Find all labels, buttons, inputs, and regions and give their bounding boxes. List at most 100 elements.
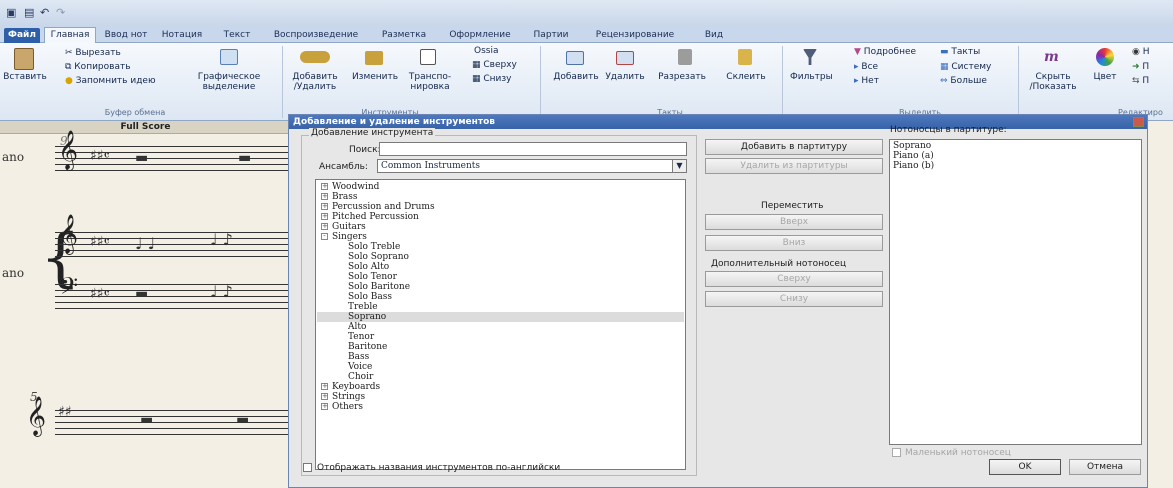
expand-icon[interactable]: +: [321, 403, 328, 410]
cut-button[interactable]: ✂ Вырезать: [65, 48, 121, 58]
tree-item-instrument[interactable]: Bass: [348, 352, 369, 362]
extra-staff-above-button[interactable]: Сверху: [705, 271, 883, 287]
tab-home[interactable]: Главная: [44, 27, 96, 44]
tree-item-instrument[interactable]: Baritone: [348, 342, 387, 352]
cancel-button[interactable]: Отмена: [1069, 459, 1141, 475]
collapse-icon[interactable]: -: [321, 233, 328, 240]
tree-item-instrument[interactable]: Choir: [348, 372, 373, 382]
tab-appearance[interactable]: Оформление: [440, 28, 520, 43]
filters-button[interactable]: Фильтры: [790, 72, 833, 82]
score-view[interactable]: 9 ano 𝄞 ♯♯𝄴 ▬ ▬ ano { 𝄞 ♯♯𝄴 ♩ ♩ ♩ ♪ 𝄢 ♯♯…: [0, 130, 291, 488]
color-button[interactable]: Цвет: [1090, 72, 1120, 82]
extra-staff-below-button[interactable]: Снизу: [705, 291, 883, 307]
close-icon[interactable]: [1133, 117, 1144, 127]
change-instrument-button[interactable]: Изменить: [348, 72, 402, 82]
expand-icon[interactable]: +: [321, 183, 328, 190]
staff-list-item[interactable]: Piano (a): [893, 151, 934, 161]
staves-list[interactable]: Soprano Piano (a) Piano (b): [889, 139, 1142, 445]
ok-button[interactable]: OK: [989, 459, 1061, 475]
tree-item-category[interactable]: Pitched Percussion: [332, 212, 419, 222]
tree-item-instrument[interactable]: Solo Tenor: [348, 272, 397, 282]
delete-bar-button[interactable]: Удалить: [603, 72, 647, 82]
staff-list-item[interactable]: Piano (b): [893, 161, 934, 171]
instrument-tree[interactable]: + Woodwind + Brass + Percussion and Drums + Pit…: [315, 179, 686, 470]
search-input[interactable]: [379, 142, 687, 156]
tab-notations[interactable]: Нотация: [156, 28, 208, 43]
join-bar-button[interactable]: Склеить: [720, 72, 772, 82]
tree-item-instrument[interactable]: Voice: [348, 362, 372, 372]
staff-list-item[interactable]: Soprano: [893, 141, 931, 151]
ossia-above-button[interactable]: ▦ Сверху: [472, 60, 517, 70]
select-more-bigger-button[interactable]: ⇔ Больше: [940, 76, 987, 86]
ossia-below-button[interactable]: ▦ Снизу: [472, 74, 512, 84]
tree-item-instrument[interactable]: Solo Baritone: [348, 282, 410, 292]
tree-item-instrument[interactable]: Solo Bass: [348, 292, 392, 302]
redo-icon[interactable]: ↷: [56, 6, 65, 20]
tree-item-category[interactable]: Keyboards: [332, 382, 380, 392]
tab-view[interactable]: Вид: [694, 28, 734, 43]
ensemble-select[interactable]: Common Instruments ▼: [377, 159, 687, 173]
expand-icon[interactable]: +: [321, 213, 328, 220]
staff-line-system-2: [55, 410, 291, 435]
tree-item-category[interactable]: Singers: [332, 232, 367, 242]
copy-button[interactable]: ⧉ Копировать: [65, 62, 131, 72]
tree-item-instrument[interactable]: Solo Alto: [348, 262, 389, 272]
tree-item-instrument[interactable]: Soprano: [348, 312, 386, 322]
expand-icon[interactable]: +: [321, 223, 328, 230]
undo-icon[interactable]: ↶: [40, 6, 49, 20]
goto-label: П: [1142, 62, 1150, 72]
move-down-button[interactable]: Вниз: [705, 235, 883, 251]
add-remove-instruments-button[interactable]: Добавить/Удалить: [287, 72, 343, 92]
save-icon[interactable]: ▤: [24, 6, 34, 20]
english-names-checkbox[interactable]: [303, 463, 312, 472]
split-bar-button[interactable]: Разрезать: [650, 72, 714, 82]
tree-item-category[interactable]: Guitars: [332, 222, 366, 232]
select-bars-button[interactable]: ▬ Такты: [940, 47, 980, 57]
remember-idea-button[interactable]: ● Запомнить идею: [65, 76, 156, 86]
graphic-select-button[interactable]: Графическое выделение: [196, 72, 262, 92]
expand-icon[interactable]: +: [321, 203, 328, 210]
graphic-select-label-1: Графическое: [197, 72, 261, 82]
tree-item-category[interactable]: Strings: [332, 392, 365, 402]
replace-button[interactable]: ⇆ П: [1132, 76, 1149, 86]
move-up-button[interactable]: Вверх: [705, 214, 883, 230]
tab-note-input[interactable]: Ввод нот: [100, 28, 152, 43]
staves-in-score-label: Нотоносцы в партитуре:: [890, 125, 1007, 135]
select-more-button[interactable]: ▼ Подробнее: [854, 47, 916, 57]
hide-show-button[interactable]: Скрыть/Показать: [1024, 72, 1082, 92]
paste-button[interactable]: Вставить: [3, 72, 47, 82]
replace-label: П: [1142, 76, 1150, 86]
tree-item-category[interactable]: Percussion and Drums: [332, 202, 435, 212]
expand-icon[interactable]: +: [321, 383, 328, 390]
tree-item-instrument[interactable]: Solo Treble: [348, 242, 400, 252]
tab-review[interactable]: Рецензирование: [582, 28, 688, 43]
tree-item-category[interactable]: Woodwind: [332, 182, 379, 192]
expand-icon[interactable]: +: [321, 393, 328, 400]
goto-button[interactable]: ➜ П: [1132, 62, 1149, 72]
tree-item-instrument[interactable]: Alto: [348, 322, 366, 332]
tab-play[interactable]: Воспроизведение: [266, 28, 366, 43]
find-button[interactable]: ◉ Н: [1132, 47, 1150, 57]
add-bar-button[interactable]: Добавить: [552, 72, 600, 82]
expand-icon[interactable]: +: [321, 193, 328, 200]
select-system-button[interactable]: ▦ Систему: [940, 62, 991, 72]
tab-text[interactable]: Текст: [212, 28, 262, 43]
small-staff-checkbox[interactable]: [892, 448, 901, 457]
select-all-button[interactable]: ▸ Все: [854, 62, 878, 72]
transpose-icon: [420, 49, 436, 65]
add-to-score-button[interactable]: Добавить в партитуру: [705, 139, 883, 155]
add-remove-label-1: Добавить: [292, 72, 338, 82]
transpose-button[interactable]: Транспо-нировка: [404, 72, 456, 92]
tab-layout[interactable]: Разметка: [372, 28, 436, 43]
tab-file[interactable]: Файл: [4, 28, 40, 43]
tree-item-instrument[interactable]: Tenor: [348, 332, 374, 342]
rest: ▬: [135, 286, 149, 302]
tree-item-instrument[interactable]: Solo Soprano: [348, 252, 409, 262]
tree-item-category[interactable]: Brass: [332, 192, 358, 202]
tab-parts[interactable]: Партии: [524, 28, 578, 43]
remove-from-score-button[interactable]: Удалить из партитуры: [705, 158, 883, 174]
tree-item-category[interactable]: Others: [332, 402, 363, 412]
select-none-button[interactable]: ▸ Нет: [854, 76, 879, 86]
tree-item-instrument[interactable]: Treble: [348, 302, 378, 312]
chevron-down-icon[interactable]: ▼: [672, 160, 686, 172]
